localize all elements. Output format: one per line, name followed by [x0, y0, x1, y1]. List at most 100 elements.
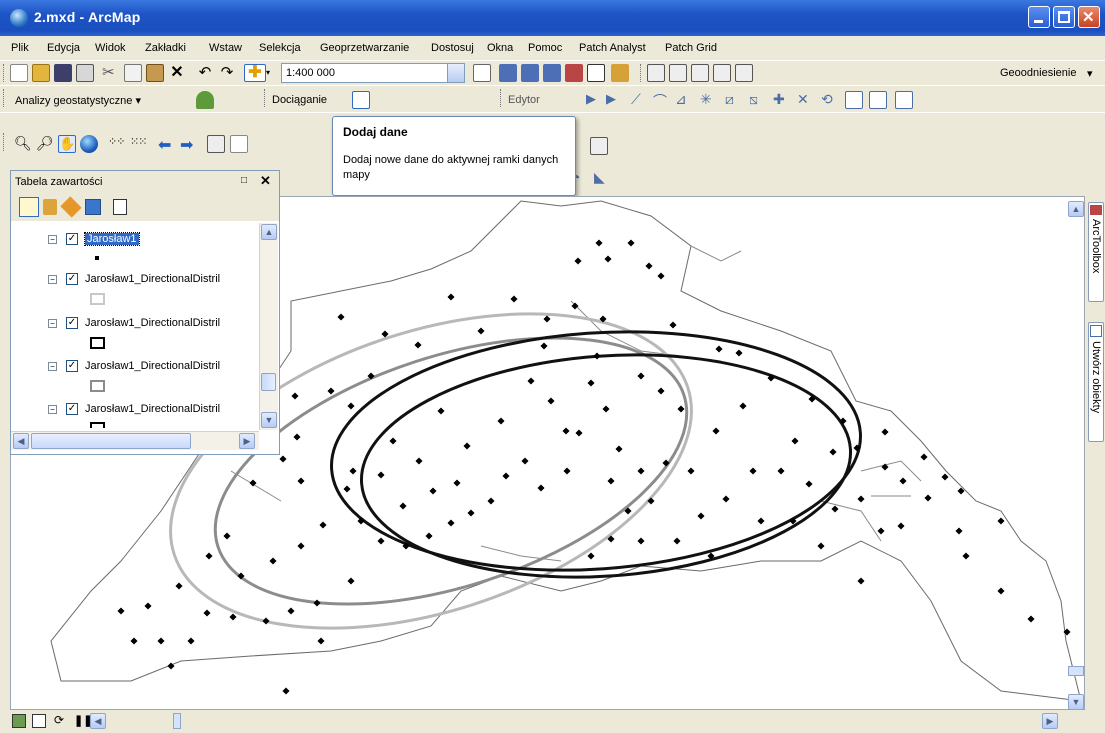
cut-polygons-icon[interactable]: ✚	[773, 91, 791, 109]
menu-item-selekcja[interactable]: Selekcja	[259, 42, 301, 54]
editor-menu[interactable]: Edytor	[508, 94, 540, 106]
snapping-menu[interactable]: Dociąganie	[272, 94, 327, 106]
back-extent-icon[interactable]: ⬅	[158, 135, 176, 154]
forward-extent-icon[interactable]: ➡	[180, 135, 198, 154]
print-icon[interactable]	[76, 64, 94, 82]
undo-icon[interactable]: ↶	[196, 64, 214, 82]
menu-item-pomoc[interactable]: Pomoc	[528, 42, 562, 54]
search-window-icon[interactable]	[543, 64, 561, 82]
full-extent-globe-icon[interactable]	[80, 135, 98, 153]
layer-row[interactable]: − ✓ Jarosław1	[15, 231, 260, 251]
scroll-up-icon[interactable]: ▲	[261, 224, 277, 240]
geostat-wizard-icon[interactable]	[196, 91, 214, 109]
paste-icon[interactable]	[146, 64, 164, 82]
cut-icon[interactable]: ✂	[102, 64, 120, 82]
auto-hide-icon[interactable]: □	[241, 175, 247, 186]
zoom-in-fixed-icon[interactable]	[647, 64, 665, 82]
add-data-dropdown-icon[interactable]: ▾	[266, 64, 276, 82]
layer-name[interactable]: Jarosław1	[84, 232, 140, 246]
layer-visibility-checkbox[interactable]: ✓	[66, 317, 78, 329]
toc-horizontal-scrollbar[interactable]: ◀ ▶	[11, 431, 259, 450]
close-button[interactable]: ✕	[1078, 6, 1100, 28]
edit-annotation-icon[interactable]: ▶	[606, 91, 624, 109]
scroll-down-icon[interactable]: ▼	[261, 412, 277, 428]
layer-visibility-checkbox[interactable]: ✓	[66, 360, 78, 372]
open-folder-icon[interactable]	[32, 64, 50, 82]
fixed-zoom-in-icon[interactable]: ⁘⁘	[108, 135, 126, 153]
layer-name[interactable]: Jarosław1_DirectionalDistril	[85, 403, 220, 415]
chevron-down-icon[interactable]	[447, 64, 464, 82]
save-icon[interactable]	[54, 64, 72, 82]
layer-row[interactable]: − ✓ Jarosław1_DirectionalDistril	[15, 315, 260, 335]
select-features-icon[interactable]	[207, 135, 225, 153]
zoom-out-icon[interactable]: 🔎︎	[36, 135, 54, 153]
layer-name[interactable]: Jarosław1_DirectionalDistril	[85, 273, 220, 285]
create-features-icon[interactable]	[895, 91, 913, 109]
toolbar-grip[interactable]	[264, 89, 268, 107]
collapse-icon[interactable]: −	[48, 275, 57, 284]
catalog-icon[interactable]	[521, 64, 539, 82]
menu-item-geoprzetwarzanie[interactable]: Geoprzetwarzanie	[320, 42, 409, 54]
map-scale-combo[interactable]: 1:400 000	[281, 63, 465, 83]
layer-name[interactable]: Jarosław1_DirectionalDistril	[85, 360, 220, 372]
toc-vertical-scrollbar[interactable]: ▲ ▼	[259, 223, 278, 430]
list-by-drawing-order-icon[interactable]	[19, 197, 39, 217]
pan-icon[interactable]	[691, 64, 709, 82]
toolbar-grip[interactable]	[3, 133, 7, 151]
menu-item-okna[interactable]: Okna	[487, 42, 513, 54]
edit-vertices-icon[interactable]: ⧄	[725, 91, 743, 109]
georeferencing-dropdown-icon[interactable]: ▾	[1087, 67, 1093, 80]
refresh-icon[interactable]: ⟳	[54, 713, 64, 727]
zoom-out-fixed-icon[interactable]	[669, 64, 687, 82]
options-icon[interactable]	[113, 199, 127, 215]
menu-item-edycja[interactable]: Edycja	[47, 42, 80, 54]
menu-item-patch-grid[interactable]: Patch Grid	[665, 42, 717, 54]
go-to-xy-icon[interactable]	[590, 137, 608, 155]
collapse-icon[interactable]: −	[48, 405, 57, 414]
histogram-icon[interactable]: ◣	[594, 169, 612, 187]
layer-visibility-checkbox[interactable]: ✓	[66, 273, 78, 285]
layer-row[interactable]: − ✓ Jarosław1_DirectionalDistril	[15, 358, 260, 378]
point-tool-icon[interactable]: ✳	[700, 91, 718, 109]
sketch-properties-icon[interactable]	[869, 91, 887, 109]
layer-visibility-checkbox[interactable]: ✓	[66, 233, 78, 245]
layer-visibility-checkbox[interactable]: ✓	[66, 403, 78, 415]
collapse-icon[interactable]: −	[48, 319, 57, 328]
collapse-icon[interactable]: −	[48, 235, 57, 244]
python-window-icon[interactable]	[587, 64, 605, 82]
map-horizontal-scroll-thumb[interactable]	[173, 713, 181, 729]
zoom-in-icon[interactable]: 🔍︎	[14, 135, 32, 153]
layer-name[interactable]: Jarosław1_DirectionalDistril	[85, 317, 220, 329]
full-extent-icon[interactable]	[713, 64, 731, 82]
scroll-thumb[interactable]	[31, 433, 191, 449]
toolbar-grip[interactable]	[3, 89, 7, 107]
data-view-icon[interactable]	[12, 714, 26, 728]
map-scroll-right-icon[interactable]: ▶	[1042, 713, 1058, 729]
scroll-left-icon[interactable]: ◀	[13, 433, 29, 449]
menu-item-wstaw[interactable]: Wstaw	[209, 42, 242, 54]
fixed-zoom-out-icon[interactable]: ⁙⁙	[130, 135, 148, 153]
map-vertical-scroll-thumb[interactable]	[1068, 666, 1084, 676]
end-point-arc-icon[interactable]: ⌒	[653, 91, 671, 109]
identify-icon[interactable]	[735, 64, 753, 82]
menu-item-widok[interactable]: Widok	[95, 42, 126, 54]
rotate-icon[interactable]: ⟲	[821, 91, 839, 109]
split-icon[interactable]: ✕	[797, 91, 815, 109]
list-by-source-icon[interactable]	[43, 199, 57, 215]
attributes-icon[interactable]	[845, 91, 863, 109]
pan-hand-icon[interactable]: ✋	[58, 135, 76, 153]
toolbar-grip[interactable]	[500, 89, 504, 107]
toolbar-grip[interactable]	[3, 64, 7, 82]
menu-item-patch-analyst[interactable]: Patch Analyst	[579, 42, 646, 54]
list-by-visibility-icon[interactable]	[60, 196, 82, 218]
layout-view-icon[interactable]	[32, 714, 46, 728]
edit-tool-icon[interactable]: ▶	[586, 91, 604, 109]
scroll-thumb[interactable]	[261, 373, 276, 391]
create-features-tab[interactable]: Utwórz obiekty	[1088, 322, 1104, 442]
map-scroll-up-icon[interactable]: ▲	[1068, 201, 1084, 217]
table-icon[interactable]	[499, 64, 517, 82]
trace-icon[interactable]: ⊿	[675, 91, 693, 109]
menu-item-dostosuj[interactable]: Dostosuj	[431, 42, 474, 54]
add-data-icon[interactable]: ✚	[244, 64, 266, 82]
collapse-icon[interactable]: −	[48, 362, 57, 371]
